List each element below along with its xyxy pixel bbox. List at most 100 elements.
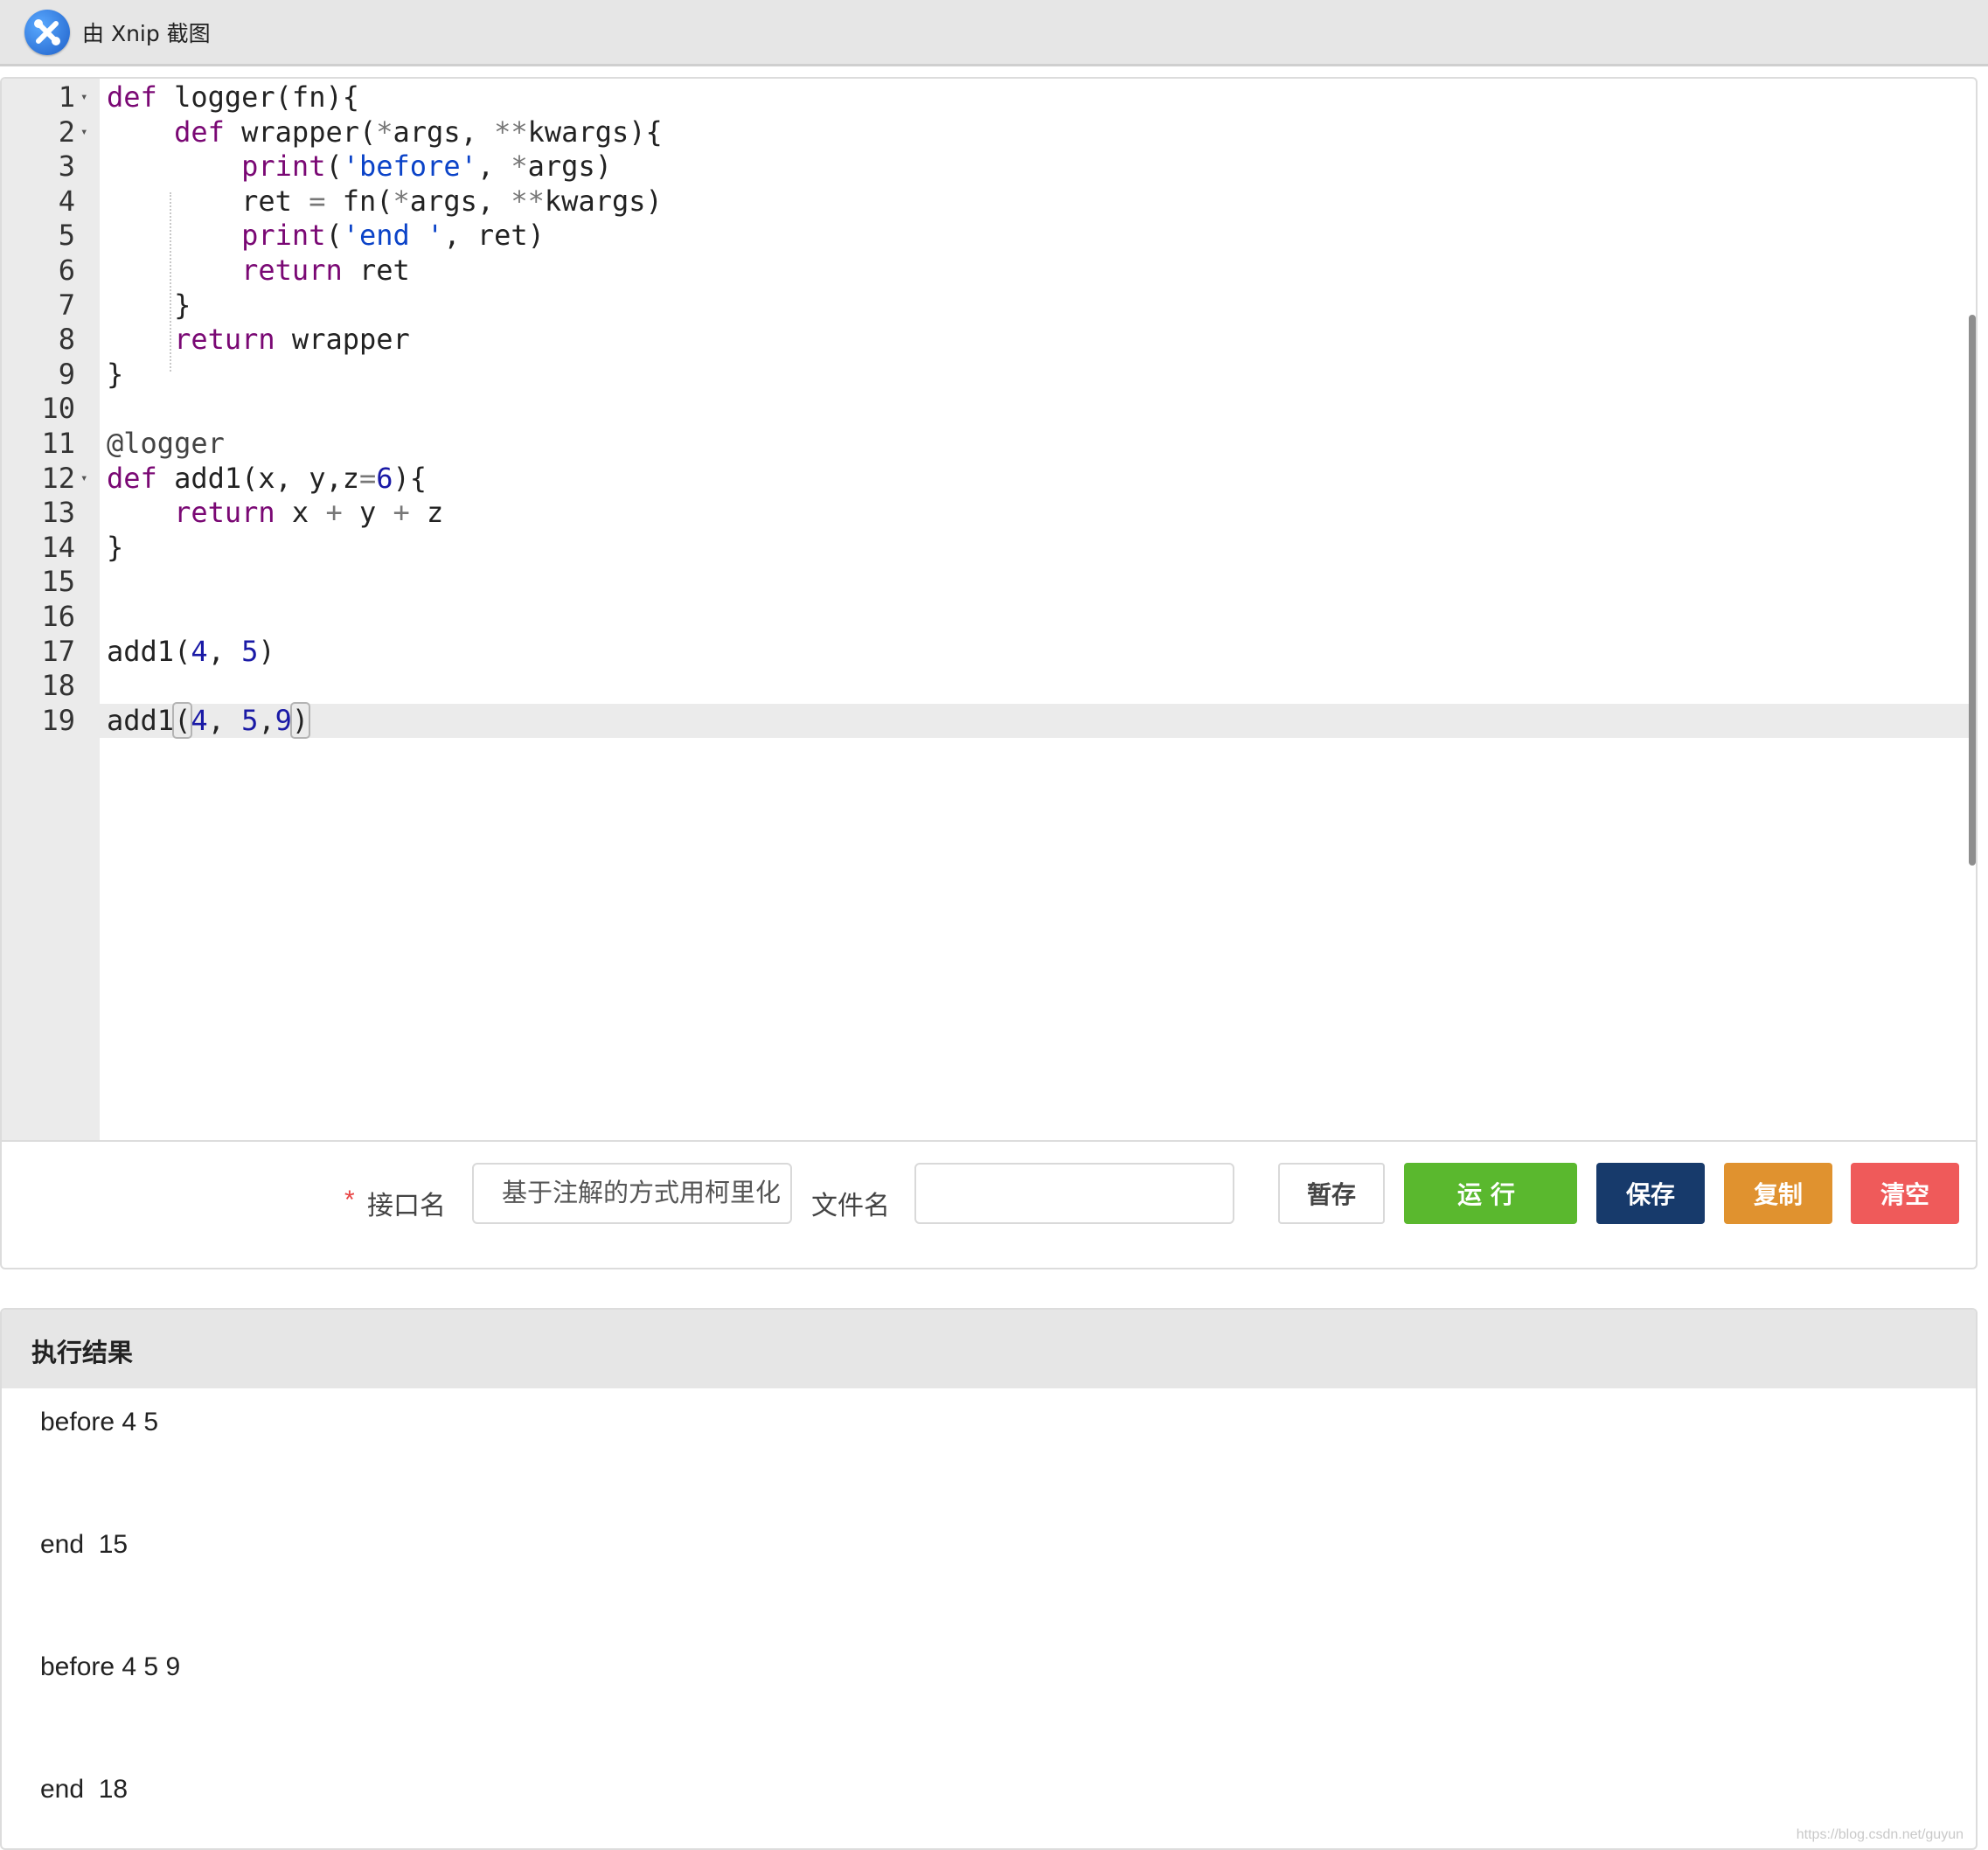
code-token: add1(x, y,z xyxy=(156,461,359,495)
line-number: 7 xyxy=(58,288,75,322)
result-line: before 4 5 9 xyxy=(40,1652,181,1681)
code-token: logger(fn){ xyxy=(156,80,359,114)
code-token: 4 xyxy=(191,634,208,668)
xnip-logo-icon xyxy=(24,9,70,55)
code-token: kwargs) xyxy=(544,184,663,218)
result-line: end 15 xyxy=(40,1530,129,1559)
line-number: 5 xyxy=(58,219,75,253)
code-token: kwargs){ xyxy=(527,115,663,149)
code-token: @logger xyxy=(107,426,225,460)
code-token: * xyxy=(511,150,528,184)
code-token: ( xyxy=(172,701,193,739)
temp-save-button[interactable]: 暂存 xyxy=(1278,1163,1385,1224)
code-token: 'end ' xyxy=(342,219,444,253)
save-button[interactable]: 保存 xyxy=(1596,1163,1705,1224)
line-code: } xyxy=(107,358,123,393)
code-token: , xyxy=(476,150,511,184)
code-line[interactable]: 18 xyxy=(2,669,1976,704)
result-title: 执行结果 xyxy=(31,1339,134,1367)
result-panel: 执行结果 before 4 5 end 15 before 4 5 9 end … xyxy=(0,1308,1978,1850)
code-token: ( xyxy=(325,150,343,184)
line-number: 2 xyxy=(58,115,75,149)
code-token: add1( xyxy=(107,634,191,668)
code-token: wrapper( xyxy=(224,115,377,149)
editor-panel: 1 ▾ def logger(fn){2 ▾ def wrapper(*args, *… xyxy=(0,77,1978,1269)
code-line[interactable]: 6 return ret xyxy=(2,254,1976,289)
code-line[interactable]: 11 @logger xyxy=(2,427,1976,462)
code-token: ( xyxy=(325,219,343,253)
code-token: args, xyxy=(409,184,511,218)
code-line[interactable]: 4 ret = fn(*args, **kwargs) xyxy=(2,184,1976,219)
code-token: wrapper xyxy=(275,323,410,357)
code-token: * xyxy=(376,115,393,149)
code-token: print xyxy=(241,219,326,253)
code-line[interactable]: 2 ▾ def wrapper(*args, **kwargs){ xyxy=(2,115,1976,150)
run-button[interactable]: 运行 xyxy=(1404,1163,1577,1224)
code-token: z xyxy=(409,496,444,530)
code-token: ret xyxy=(107,184,309,218)
line-number: 6 xyxy=(58,253,75,287)
code-token: ) xyxy=(289,701,311,739)
result-header: 执行结果 xyxy=(2,1310,1976,1388)
line-number: 14 xyxy=(41,530,75,564)
line-number: 11 xyxy=(41,426,75,460)
code-token: = xyxy=(358,461,377,495)
code-line[interactable]: 7 } xyxy=(2,289,1976,323)
code-line[interactable]: 8 return wrapper xyxy=(2,323,1976,358)
code-line[interactable]: 10 xyxy=(2,392,1976,427)
code-token: = xyxy=(309,184,326,218)
code-lines[interactable]: 1 ▾ def logger(fn){2 ▾ def wrapper(*args, *… xyxy=(2,80,1976,739)
code-token: 9 xyxy=(275,703,292,737)
copy-button[interactable]: 复制 xyxy=(1724,1163,1832,1224)
line-code: return ret xyxy=(107,254,410,289)
code-token: 'before' xyxy=(342,150,477,184)
code-line[interactable]: 14} xyxy=(2,531,1976,566)
fold-arrow-icon[interactable]: ▾ xyxy=(80,462,87,497)
code-token: } xyxy=(107,357,124,391)
clear-button[interactable]: 清空 xyxy=(1851,1163,1959,1224)
code-line[interactable]: 16 xyxy=(2,600,1976,635)
code-token: return xyxy=(174,323,275,357)
code-line[interactable]: 12 ▾ def add1(x, y,z=6){ xyxy=(2,462,1976,497)
code-token: , ret) xyxy=(443,219,545,253)
line-number: 15 xyxy=(41,565,75,599)
line-code: def logger(fn){ xyxy=(107,80,359,115)
code-token: return xyxy=(174,496,275,530)
code-token: fn( xyxy=(325,184,393,218)
file-name-input[interactable] xyxy=(914,1163,1234,1224)
code-token: print xyxy=(241,150,326,184)
code-token: } xyxy=(107,288,191,322)
line-code: def wrapper(*args, **kwargs){ xyxy=(107,115,663,150)
code-token: ) xyxy=(258,634,275,668)
code-line[interactable]: 17 add1(4, 5) xyxy=(2,635,1976,670)
code-editor[interactable]: 1 ▾ def logger(fn){2 ▾ def wrapper(*args, *… xyxy=(2,79,1976,1142)
result-line: before 4 5 xyxy=(40,1408,159,1436)
line-code: print('before', *args) xyxy=(107,150,612,184)
code-token: 6 xyxy=(376,461,393,495)
code-token: ** xyxy=(494,115,528,149)
xnip-header-bar: 由 Xnip 截图 xyxy=(0,0,1988,66)
editor-scrollbar[interactable] xyxy=(1969,315,1976,866)
fold-arrow-icon[interactable]: ▾ xyxy=(80,115,87,150)
api-name-input[interactable]: 基于注解的方式用柯里化 xyxy=(472,1163,792,1224)
fold-arrow-icon[interactable]: ▾ xyxy=(80,80,87,115)
line-code: } xyxy=(107,531,123,566)
code-line[interactable]: 15 xyxy=(2,565,1976,600)
code-line[interactable]: 1 ▾ def logger(fn){ xyxy=(2,80,1976,115)
line-code: add1(4, 5,9) xyxy=(107,701,311,739)
line-code: @logger xyxy=(107,427,225,462)
code-line[interactable]: 13 return x + y + z xyxy=(2,496,1976,531)
code-token: def xyxy=(107,461,157,495)
line-code: print('end ', ret) xyxy=(107,219,545,254)
code-line[interactable]: 5 print('end ', ret) xyxy=(2,219,1976,254)
line-number: 19 xyxy=(41,703,75,737)
line-code: ret = fn(*args, **kwargs) xyxy=(107,184,663,219)
line-number: 16 xyxy=(41,599,75,633)
code-line[interactable]: 9} xyxy=(2,358,1976,393)
code-line[interactable]: 3 print('before', *args) xyxy=(2,150,1976,184)
code-line[interactable]: 19 add1(4, 5,9) xyxy=(2,701,1976,739)
